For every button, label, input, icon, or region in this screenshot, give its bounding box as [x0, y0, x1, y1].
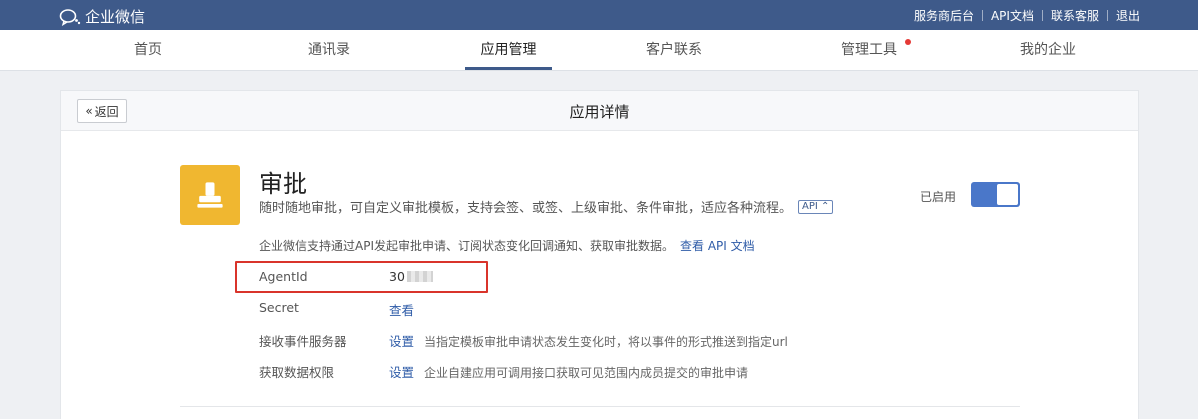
- secret-value: 查看: [389, 300, 414, 319]
- event-server-hint: 当指定模板审批申请状态发生变化时，将以事件的形式推送到指定url: [424, 335, 788, 349]
- notification-dot: [905, 39, 911, 45]
- row-secret: Secret 查看: [259, 300, 414, 318]
- row-label: 接收事件服务器: [259, 334, 347, 349]
- data-permission-value: 设置 企业自建应用可调用接口获取可见范围内成员提交的审批申请: [389, 362, 748, 381]
- top-links: 服务商后台 API文档 联系客服 退出: [914, 7, 1140, 24]
- row-event-server: 接收事件服务器 设置 当指定模板审批申请状态发生变化时，将以事件的形式推送到指定u…: [259, 331, 788, 350]
- brand-name: 企业微信: [85, 8, 146, 26]
- wecom-logo-icon: [59, 8, 81, 26]
- redacted-mask: [406, 271, 433, 282]
- link-provider-console[interactable]: 服务商后台: [914, 7, 974, 24]
- link-api-docs[interactable]: API文档: [991, 7, 1034, 24]
- nav-my-company[interactable]: 我的企业: [1012, 30, 1084, 70]
- data-permission-hint: 企业自建应用可调用接口获取可见范围内成员提交的审批申请: [424, 366, 749, 380]
- app-description: 随时随地审批，可自定义审批模板，支持会签、或签、上级审批、条件审批，适应各种流程…: [259, 197, 834, 216]
- toggle-knob: [997, 184, 1018, 205]
- row-label: Secret: [259, 300, 299, 315]
- panel-header: « 返回 应用详情: [61, 91, 1138, 131]
- page-title: 应用详情: [569, 103, 630, 121]
- status-label: 已启用: [920, 190, 957, 204]
- app-detail-panel: « 返回 应用详情 审批 随时随地审批，可自定义审批模板，支持会签、或签、上级审…: [60, 90, 1139, 419]
- nav-app-management[interactable]: 应用管理: [465, 30, 552, 70]
- divider: [180, 406, 1020, 407]
- row-data-permission: 获取数据权限 设置 企业自建应用可调用接口获取可见范围内成员提交的审批申请: [259, 362, 748, 381]
- nav-home[interactable]: 首页: [120, 30, 176, 70]
- link-contact-support[interactable]: 联系客服: [1051, 7, 1099, 24]
- divider: [1041, 10, 1043, 21]
- nav-management-tools[interactable]: 管理工具: [834, 30, 911, 70]
- row-label: 获取数据权限: [259, 365, 335, 380]
- stamp-icon: [180, 165, 240, 225]
- enable-toggle[interactable]: [971, 182, 1020, 207]
- top-bar: 企业微信 服务商后台 API文档 联系客服 退出: [0, 0, 1198, 30]
- view-api-docs-link[interactable]: 查看 API 文档: [680, 239, 755, 253]
- row-agentid: AgentId 30: [259, 269, 433, 284]
- main-nav: 首页 通讯录 应用管理 客户联系 管理工具 我的企业: [0, 30, 1198, 71]
- set-event-server-link[interactable]: 设置: [389, 334, 414, 349]
- link-logout[interactable]: 退出: [1116, 7, 1140, 24]
- app-name: 审批: [259, 170, 307, 198]
- divider: [1106, 10, 1108, 21]
- agentid-value: 30: [389, 269, 433, 284]
- api-note: 企业微信支持通过API发起审批申请、订阅状态变化回调通知、获取审批数据。 查看 A…: [259, 237, 755, 254]
- app-description-text: 随时随地审批，可自定义审批模板，支持会签、或签、上级审批、条件审批，适应各种流程…: [259, 201, 793, 216]
- row-label: AgentId: [259, 269, 308, 284]
- api-tag[interactable]: API ⌃: [798, 199, 834, 214]
- event-server-value: 设置 当指定模板审批申请状态发生变化时，将以事件的形式推送到指定url: [389, 331, 788, 350]
- api-tag-label: API: [802, 200, 818, 212]
- nav-customer-contact[interactable]: 客户联系: [624, 30, 724, 70]
- brand-logo[interactable]: 企业微信: [59, 6, 145, 27]
- nav-management-tools-label: 管理工具: [841, 42, 897, 58]
- api-note-text: 企业微信支持通过API发起审批申请、订阅状态变化回调通知、获取审批数据。: [259, 239, 674, 253]
- set-data-permission-link[interactable]: 设置: [389, 365, 414, 380]
- agentid-value-text: 30: [389, 269, 405, 284]
- nav-contacts[interactable]: 通讯录: [300, 30, 358, 70]
- divider: [981, 10, 983, 21]
- view-secret-link[interactable]: 查看: [389, 303, 414, 318]
